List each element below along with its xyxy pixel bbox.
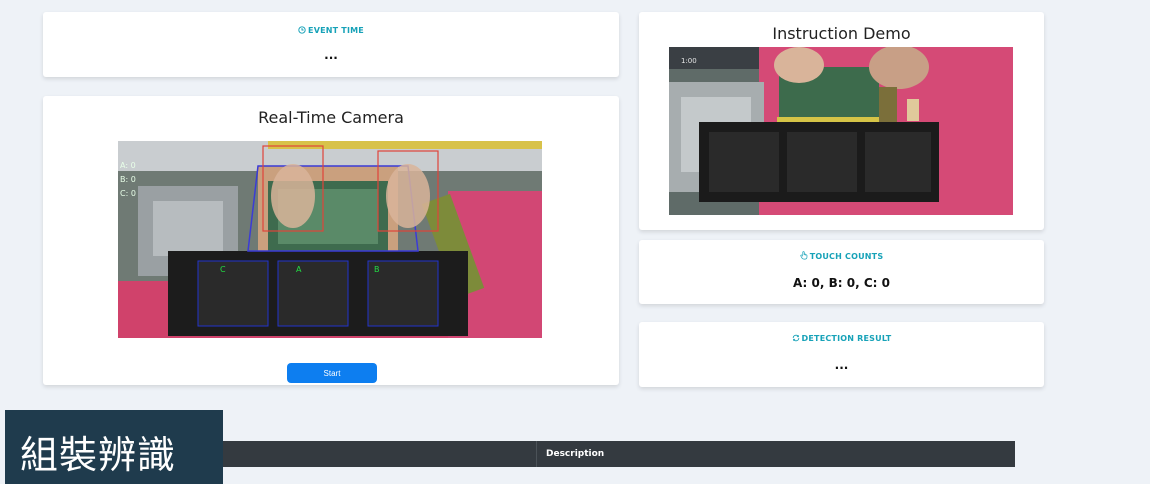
description-table-header: Description bbox=[218, 441, 1015, 467]
touch-counts-card: TOUCH COUNTS A: 0, B: 0, C: 0 bbox=[639, 240, 1044, 304]
demo-video[interactable]: 1:00 bbox=[669, 47, 1013, 215]
detection-label-row: DETECTION RESULT bbox=[639, 334, 1044, 343]
demo-timestamp: 1:00 bbox=[681, 57, 697, 65]
event-time-value: ... bbox=[324, 48, 338, 62]
detection-value: ... bbox=[834, 358, 849, 372]
camera-feed-image bbox=[118, 141, 542, 338]
hud-count-c: C: 0 bbox=[120, 189, 136, 198]
event-time-label: EVENT TIME bbox=[308, 26, 364, 35]
hud-count-a: A: 0 bbox=[120, 161, 136, 170]
refresh-icon bbox=[792, 334, 799, 342]
demo-title: Instruction Demo bbox=[772, 24, 911, 43]
camera-feed: A: 0 B: 0 C: 0 C A B bbox=[118, 141, 542, 338]
table-header-divider bbox=[536, 441, 537, 467]
start-button[interactable]: Start bbox=[287, 363, 377, 383]
zone-label-c: C bbox=[220, 265, 226, 274]
touch-counts-label-row: TOUCH COUNTS bbox=[639, 251, 1044, 261]
description-column-header: Description bbox=[546, 449, 605, 459]
detection-result-card: DETECTION RESULT ... bbox=[639, 322, 1044, 387]
assembly-recognition-title: 組裝辨識 bbox=[5, 410, 223, 484]
camera-title: Real-Time Camera bbox=[258, 108, 404, 127]
touch-counts-value: A: 0, B: 0, C: 0 bbox=[793, 276, 890, 290]
demo-video-frame bbox=[669, 47, 1013, 215]
zone-label-b: B bbox=[374, 265, 380, 274]
hand-pointer-icon bbox=[800, 251, 808, 260]
overlay-title-text: 組裝辨識 bbox=[20, 433, 177, 477]
real-time-camera-card: Real-Time Camera A: 0 B: 0 C: 0 C A B St… bbox=[43, 96, 619, 385]
zone-label-a: A bbox=[296, 265, 302, 274]
event-time-label-row: EVENT TIME bbox=[43, 26, 619, 35]
event-time-card: EVENT TIME ... bbox=[43, 12, 619, 77]
touch-counts-label: TOUCH COUNTS bbox=[809, 252, 884, 261]
hud-count-b: B: 0 bbox=[120, 175, 136, 184]
detection-label: DETECTION RESULT bbox=[801, 334, 892, 343]
clock-icon bbox=[298, 26, 306, 34]
instruction-demo-card: Instruction Demo 1:00 bbox=[639, 12, 1044, 230]
